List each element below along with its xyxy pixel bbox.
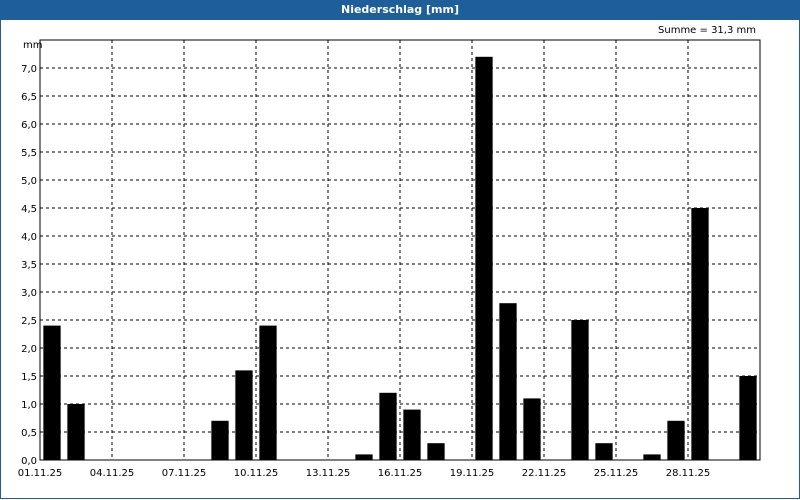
- bar: [643, 454, 661, 460]
- bar: [475, 56, 493, 461]
- y-tick-label: 2,5: [21, 316, 37, 327]
- bar: [355, 454, 373, 460]
- x-tick-label: 25.11.25: [594, 468, 639, 479]
- y-tick-label: 0,5: [21, 428, 37, 439]
- bar: [379, 392, 397, 460]
- x-tick-label: 19.11.25: [450, 468, 495, 479]
- bar: [667, 420, 685, 460]
- bar: [235, 370, 253, 460]
- bar: [259, 325, 277, 460]
- y-tick-label: 3,0: [21, 288, 37, 299]
- bar: [427, 443, 445, 460]
- x-tick-label: 07.11.25: [162, 468, 207, 479]
- y-tick-label: 5,5: [21, 148, 37, 159]
- bar: [523, 398, 541, 460]
- bar: [43, 325, 61, 460]
- y-tick-label: 2,0: [21, 344, 37, 355]
- x-tick-label: 16.11.25: [378, 468, 423, 479]
- y-tick-label: 1,5: [21, 372, 37, 383]
- x-tick-label: 04.11.25: [90, 468, 135, 479]
- bar: [499, 303, 517, 460]
- y-tick-label: 4,5: [21, 204, 37, 215]
- x-tick-label: 13.11.25: [306, 468, 351, 479]
- x-tick-label: 10.11.25: [234, 468, 279, 479]
- x-tick-label: 01.11.25: [18, 468, 63, 479]
- bar: [571, 320, 589, 460]
- x-tick-label: 28.11.25: [666, 468, 711, 479]
- bar: [403, 409, 421, 460]
- bar: [67, 404, 85, 460]
- bar: [211, 420, 229, 460]
- precipitation-bar-chart: mm 0,00,51,01,52,02,53,03,54,04,55,05,56…: [18, 39, 761, 479]
- y-tick-label: 4,0: [21, 232, 37, 243]
- y-tick-label: 5,0: [21, 176, 37, 187]
- x-tick-label: 22.11.25: [522, 468, 567, 479]
- bar: [739, 376, 757, 460]
- y-tick-label: 0,0: [21, 456, 37, 467]
- y-tick-label: 7,0: [21, 64, 37, 75]
- y-tick-label: 3,5: [21, 260, 37, 271]
- y-tick-label: 6,0: [21, 120, 37, 131]
- bar: [691, 208, 709, 460]
- y-tick-label: 6,5: [21, 92, 37, 103]
- bar: [595, 443, 613, 460]
- y-tick-label: 1,0: [21, 400, 37, 411]
